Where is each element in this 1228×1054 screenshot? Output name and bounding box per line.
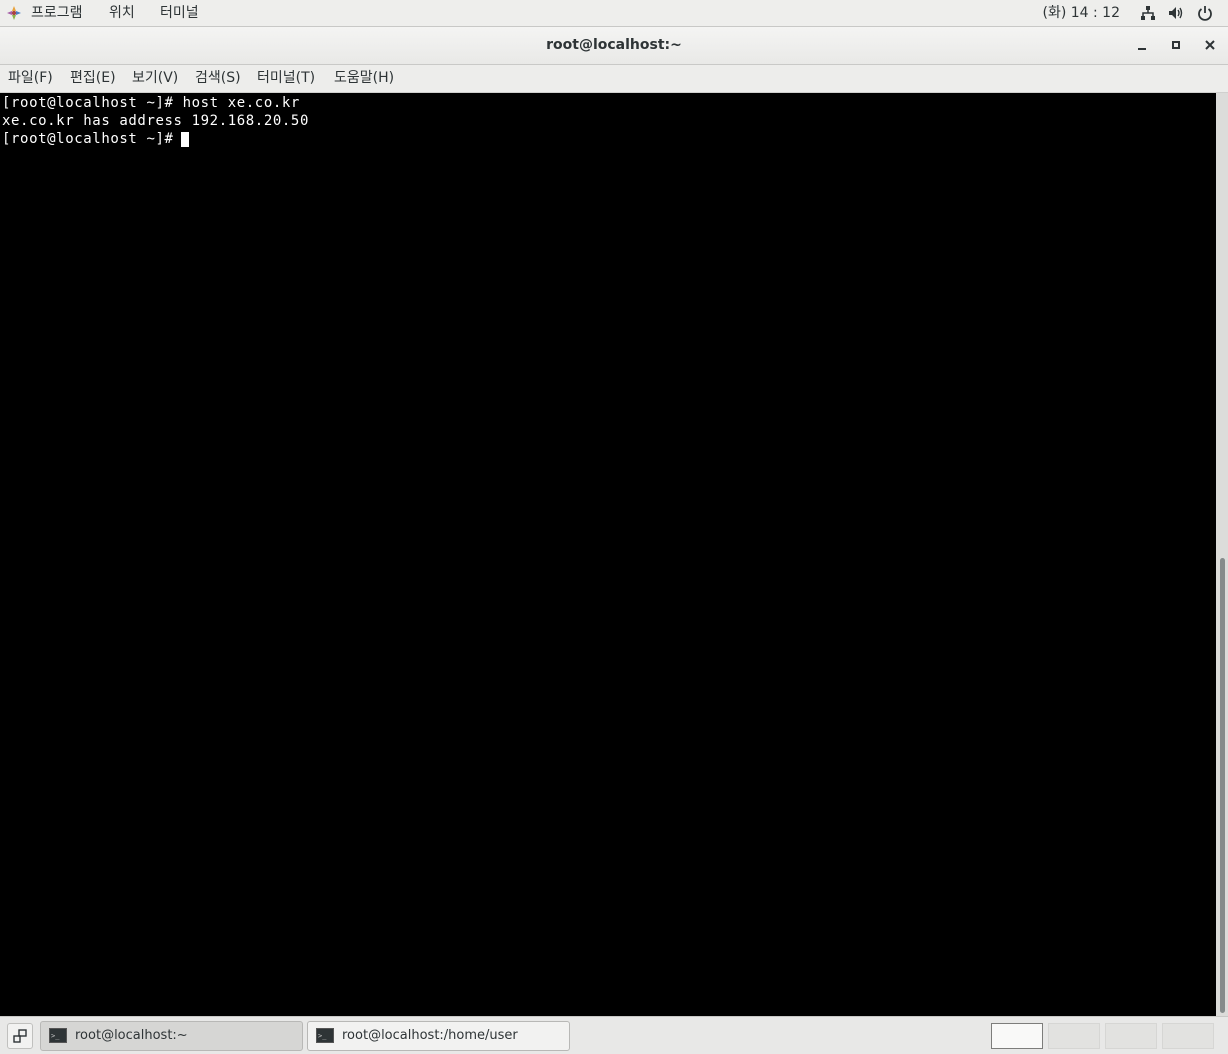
scrollbar[interactable] xyxy=(1216,93,1228,1016)
task-label: root@localhost:~ xyxy=(75,1028,188,1043)
terminal-icon xyxy=(316,1022,334,1050)
top-panel: 프로그램 위치 터미널 (화) 14 : 12 xyxy=(0,0,1228,27)
clock[interactable]: (화) 14 : 12 xyxy=(1042,0,1120,26)
menubar: 파일(F) 편집(E) 보기(V) 검색(S) 터미널(T) 도움말(H) xyxy=(0,65,1228,93)
maximize-icon[interactable] xyxy=(1168,37,1184,53)
menu-terminal[interactable]: 터미널(T) xyxy=(257,65,315,92)
applications-icon[interactable] xyxy=(7,6,21,20)
menu-view[interactable]: 보기(V) xyxy=(132,65,178,92)
terminal-icon xyxy=(49,1022,67,1050)
close-icon[interactable] xyxy=(1202,37,1218,53)
show-desktop-button[interactable] xyxy=(7,1023,33,1049)
menu-edit[interactable]: 편집(E) xyxy=(70,65,116,92)
places-menu[interactable]: 위치 xyxy=(109,0,135,26)
show-desktop-icon xyxy=(13,1029,27,1043)
terminal-area[interactable]: [root@localhost ~]# host xe.co.kr xe.co.… xyxy=(0,93,1216,1016)
menu-help[interactable]: 도움말(H) xyxy=(334,65,394,92)
window-title: root@localhost:~ xyxy=(546,37,682,53)
minimize-icon[interactable] xyxy=(1134,37,1150,53)
text-cursor xyxy=(181,132,189,147)
workspace-1[interactable] xyxy=(991,1023,1043,1049)
menu-file[interactable]: 파일(F) xyxy=(8,65,53,92)
workspace-2[interactable] xyxy=(1048,1023,1100,1049)
window-titlebar[interactable]: root@localhost:~ xyxy=(0,27,1228,65)
taskbar: root@localhost:~ root@localhost:/home/us… xyxy=(0,1016,1228,1054)
task-button-terminal-user[interactable]: root@localhost:/home/user xyxy=(307,1021,570,1051)
network-icon[interactable] xyxy=(1140,5,1156,21)
menu-search[interactable]: 검색(S) xyxy=(195,65,241,92)
task-label: root@localhost:/home/user xyxy=(342,1028,518,1043)
task-button-terminal-home[interactable]: root@localhost:~ xyxy=(40,1021,303,1051)
terminal-line: xe.co.kr has address 192.168.20.50 xyxy=(2,113,309,129)
applications-menu[interactable]: 프로그램 xyxy=(31,0,83,26)
terminal-line: [root@localhost ~]# xyxy=(2,131,183,147)
workspace-4[interactable] xyxy=(1162,1023,1214,1049)
volume-icon[interactable] xyxy=(1168,5,1184,21)
terminal-menu[interactable]: 터미널 xyxy=(160,0,199,26)
power-icon[interactable] xyxy=(1197,5,1213,21)
workspace-3[interactable] xyxy=(1105,1023,1157,1049)
scrollbar-thumb[interactable] xyxy=(1220,558,1225,1013)
terminal-line: [root@localhost ~]# host xe.co.kr xyxy=(2,95,300,111)
